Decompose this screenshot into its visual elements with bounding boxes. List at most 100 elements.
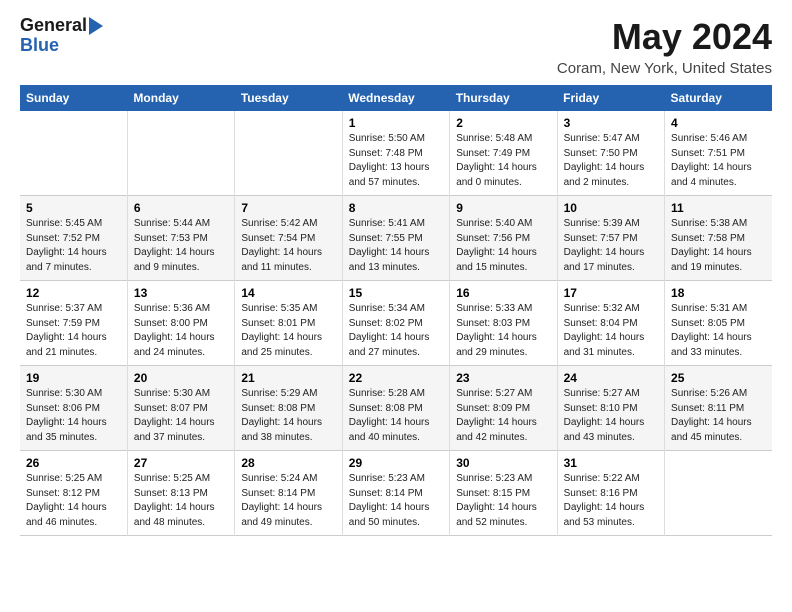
day-number: 31 xyxy=(564,456,658,470)
day-info: Sunrise: 5:46 AM Sunset: 7:51 PM Dayligh… xyxy=(671,132,766,190)
calendar-cell: 15 Sunrise: 5:34 AM Sunset: 8:02 PM Dayli… xyxy=(342,281,449,366)
calendar-cell: 22 Sunrise: 5:28 AM Sunset: 8:08 PM Dayli… xyxy=(342,366,449,451)
calendar-table: SundayMondayTuesdayWednesdayThursdayFrid… xyxy=(20,85,772,536)
day-number: 2 xyxy=(456,116,550,130)
day-info: Sunrise: 5:38 AM Sunset: 7:58 PM Dayligh… xyxy=(671,217,766,275)
day-info: Sunrise: 5:39 AM Sunset: 7:57 PM Dayligh… xyxy=(564,217,658,275)
calendar-cell: 23 Sunrise: 5:27 AM Sunset: 8:09 PM Dayli… xyxy=(450,366,557,451)
day-number: 7 xyxy=(241,201,335,215)
day-number: 26 xyxy=(26,456,121,470)
day-info: Sunrise: 5:50 AM Sunset: 7:48 PM Dayligh… xyxy=(349,132,443,190)
logo-general-text: General xyxy=(20,16,87,36)
calendar-week-row: 5 Sunrise: 5:45 AM Sunset: 7:52 PM Daylig… xyxy=(20,196,772,281)
day-number: 8 xyxy=(349,201,443,215)
day-info: Sunrise: 5:35 AM Sunset: 8:01 PM Dayligh… xyxy=(241,302,335,360)
calendar-cell: 6Sunrise: 5:44 AM Sunset: 7:53 PM Daylig… xyxy=(127,196,234,281)
day-info: Sunrise: 5:44 AM Sunset: 7:53 PM Dayligh… xyxy=(134,217,228,275)
calendar-cell: 12 Sunrise: 5:37 AM Sunset: 7:59 PM Dayli… xyxy=(20,281,127,366)
day-info: Sunrise: 5:32 AM Sunset: 8:04 PM Dayligh… xyxy=(564,302,658,360)
calendar-title: May 2024 xyxy=(557,16,772,58)
calendar-week-row: 1Sunrise: 5:50 AM Sunset: 7:48 PM Daylig… xyxy=(20,111,772,196)
calendar-cell xyxy=(20,111,127,196)
day-number: 4 xyxy=(671,116,766,130)
calendar-cell: 1Sunrise: 5:50 AM Sunset: 7:48 PM Daylig… xyxy=(342,111,449,196)
day-info: Sunrise: 5:28 AM Sunset: 8:08 PM Dayligh… xyxy=(349,387,443,445)
day-number: 10 xyxy=(564,201,658,215)
day-info: Sunrise: 5:29 AM Sunset: 8:08 PM Dayligh… xyxy=(241,387,335,445)
day-number: 23 xyxy=(456,371,550,385)
calendar-cell: 31Sunrise: 5:22 AM Sunset: 8:16 PM Dayli… xyxy=(557,451,664,536)
day-info: Sunrise: 5:26 AM Sunset: 8:11 PM Dayligh… xyxy=(671,387,766,445)
logo: General Blue xyxy=(20,16,103,56)
day-info: Sunrise: 5:34 AM Sunset: 8:02 PM Dayligh… xyxy=(349,302,443,360)
day-number: 27 xyxy=(134,456,228,470)
calendar-cell: 29 Sunrise: 5:23 AM Sunset: 8:14 PM Dayli… xyxy=(342,451,449,536)
calendar-cell: 8Sunrise: 5:41 AM Sunset: 7:55 PM Daylig… xyxy=(342,196,449,281)
day-info: Sunrise: 5:23 AM Sunset: 8:14 PM Dayligh… xyxy=(349,472,443,530)
calendar-cell: 5 Sunrise: 5:45 AM Sunset: 7:52 PM Daylig… xyxy=(20,196,127,281)
day-number: 19 xyxy=(26,371,121,385)
day-number: 3 xyxy=(564,116,658,130)
calendar-week-row: 19 Sunrise: 5:30 AM Sunset: 8:06 PM Dayli… xyxy=(20,366,772,451)
weekday-header-saturday: Saturday xyxy=(665,85,772,111)
calendar-cell xyxy=(665,451,772,536)
calendar-cell: 2 Sunrise: 5:48 AM Sunset: 7:49 PM Daylig… xyxy=(450,111,557,196)
calendar-cell: 14Sunrise: 5:35 AM Sunset: 8:01 PM Dayli… xyxy=(235,281,342,366)
day-number: 16 xyxy=(456,286,550,300)
day-number: 28 xyxy=(241,456,335,470)
calendar-cell: 28 Sunrise: 5:24 AM Sunset: 8:14 PM Dayli… xyxy=(235,451,342,536)
calendar-cell: 20Sunrise: 5:30 AM Sunset: 8:07 PM Dayli… xyxy=(127,366,234,451)
day-info: Sunrise: 5:37 AM Sunset: 7:59 PM Dayligh… xyxy=(26,302,121,360)
calendar-cell xyxy=(235,111,342,196)
day-number: 12 xyxy=(26,286,121,300)
day-info: Sunrise: 5:25 AM Sunset: 8:13 PM Dayligh… xyxy=(134,472,228,530)
day-info: Sunrise: 5:30 AM Sunset: 8:06 PM Dayligh… xyxy=(26,387,121,445)
calendar-cell: 9 Sunrise: 5:40 AM Sunset: 7:56 PM Daylig… xyxy=(450,196,557,281)
day-number: 11 xyxy=(671,201,766,215)
day-info: Sunrise: 5:47 AM Sunset: 7:50 PM Dayligh… xyxy=(564,132,658,190)
calendar-cell: 25 Sunrise: 5:26 AM Sunset: 8:11 PM Dayli… xyxy=(665,366,772,451)
day-info: Sunrise: 5:27 AM Sunset: 8:10 PM Dayligh… xyxy=(564,387,658,445)
day-number: 25 xyxy=(671,371,766,385)
page-header: General Blue May 2024 Coram, New York, U… xyxy=(20,16,772,77)
weekday-header-row: SundayMondayTuesdayWednesdayThursdayFrid… xyxy=(20,85,772,111)
calendar-cell: 3 Sunrise: 5:47 AM Sunset: 7:50 PM Daylig… xyxy=(557,111,664,196)
calendar-cell: 16 Sunrise: 5:33 AM Sunset: 8:03 PM Dayli… xyxy=(450,281,557,366)
day-info: Sunrise: 5:31 AM Sunset: 8:05 PM Dayligh… xyxy=(671,302,766,360)
day-info: Sunrise: 5:42 AM Sunset: 7:54 PM Dayligh… xyxy=(241,217,335,275)
weekday-header-tuesday: Tuesday xyxy=(235,85,342,111)
calendar-cell: 19 Sunrise: 5:30 AM Sunset: 8:06 PM Dayli… xyxy=(20,366,127,451)
day-number: 29 xyxy=(349,456,443,470)
calendar-cell: 24 Sunrise: 5:27 AM Sunset: 8:10 PM Dayli… xyxy=(557,366,664,451)
calendar-cell: 30Sunrise: 5:23 AM Sunset: 8:15 PM Dayli… xyxy=(450,451,557,536)
weekday-header-thursday: Thursday xyxy=(450,85,557,111)
calendar-cell: 10 Sunrise: 5:39 AM Sunset: 7:57 PM Dayli… xyxy=(557,196,664,281)
day-number: 24 xyxy=(564,371,658,385)
calendar-cell: 4 Sunrise: 5:46 AM Sunset: 7:51 PM Daylig… xyxy=(665,111,772,196)
weekday-header-wednesday: Wednesday xyxy=(342,85,449,111)
day-number: 5 xyxy=(26,201,121,215)
day-number: 30 xyxy=(456,456,550,470)
calendar-cell: 13 Sunrise: 5:36 AM Sunset: 8:00 PM Dayli… xyxy=(127,281,234,366)
weekday-header-sunday: Sunday xyxy=(20,85,127,111)
day-info: Sunrise: 5:24 AM Sunset: 8:14 PM Dayligh… xyxy=(241,472,335,530)
weekday-header-monday: Monday xyxy=(127,85,234,111)
calendar-week-row: 26Sunrise: 5:25 AM Sunset: 8:12 PM Dayli… xyxy=(20,451,772,536)
logo-arrow-icon xyxy=(89,17,103,35)
day-number: 9 xyxy=(456,201,550,215)
day-number: 20 xyxy=(134,371,228,385)
calendar-cell xyxy=(127,111,234,196)
day-info: Sunrise: 5:40 AM Sunset: 7:56 PM Dayligh… xyxy=(456,217,550,275)
day-info: Sunrise: 5:48 AM Sunset: 7:49 PM Dayligh… xyxy=(456,132,550,190)
day-info: Sunrise: 5:36 AM Sunset: 8:00 PM Dayligh… xyxy=(134,302,228,360)
title-area: May 2024 Coram, New York, United States xyxy=(557,16,772,77)
day-info: Sunrise: 5:27 AM Sunset: 8:09 PM Dayligh… xyxy=(456,387,550,445)
day-number: 13 xyxy=(134,286,228,300)
day-number: 22 xyxy=(349,371,443,385)
day-info: Sunrise: 5:33 AM Sunset: 8:03 PM Dayligh… xyxy=(456,302,550,360)
calendar-cell: 18Sunrise: 5:31 AM Sunset: 8:05 PM Dayli… xyxy=(665,281,772,366)
day-number: 21 xyxy=(241,371,335,385)
day-number: 15 xyxy=(349,286,443,300)
day-info: Sunrise: 5:45 AM Sunset: 7:52 PM Dayligh… xyxy=(26,217,121,275)
calendar-week-row: 12 Sunrise: 5:37 AM Sunset: 7:59 PM Dayli… xyxy=(20,281,772,366)
